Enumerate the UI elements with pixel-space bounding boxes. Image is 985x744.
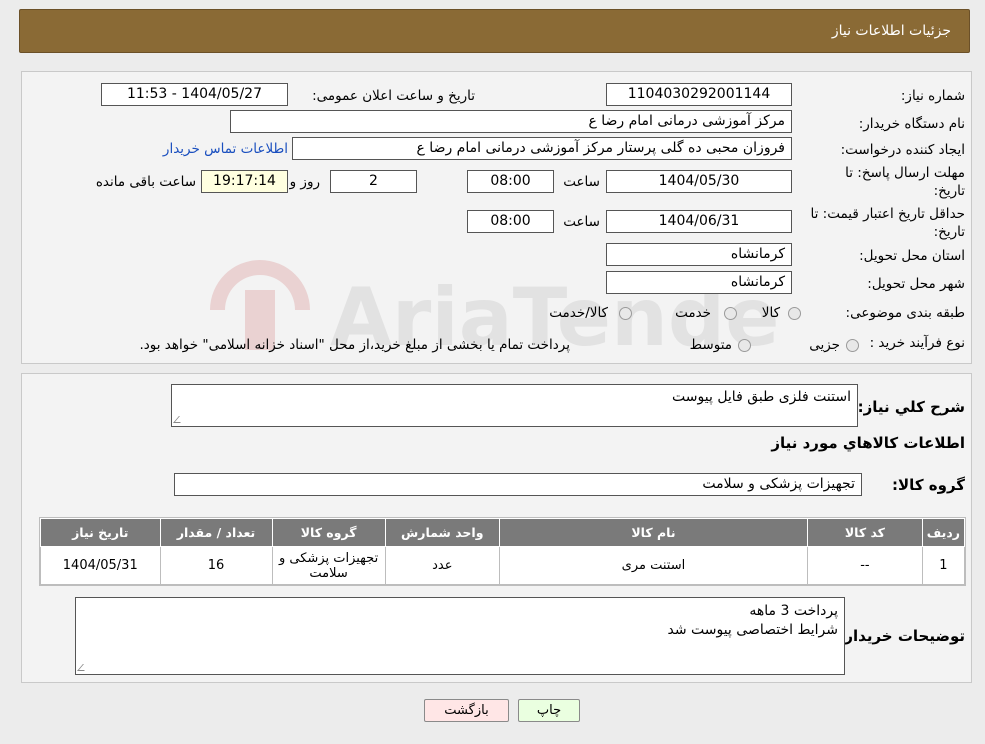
purchase-type-label: نوع فرآیند خرید : [869,335,965,351]
reply-deadline-label-2: تاریخ: [933,183,965,199]
page-title: جزئیات اطلاعات نیاز [831,23,951,39]
need-number-label: شماره نیاز: [900,88,965,104]
need-number-field: 1104030292001144 [606,83,792,106]
treasury-note: پرداخت تمام یا بخشی از مبلغ خرید،از محل … [139,337,570,353]
col-header-goods-group: گروه کالا [271,518,386,547]
cell-item-name: استنت مری [498,546,809,585]
reply-date-field: 1404/05/30 [606,170,792,193]
reply-deadline-label: مهلت ارسال پاسخ: تا [845,165,965,181]
cell-row-number: 1 [921,546,966,585]
city-label: شهر محل تحویل: [867,276,965,292]
buyer-contact-link[interactable]: اطلاعات تماس خریدار [163,141,288,157]
cell-unit: عدد [384,546,500,585]
category-option-both-label: کالا/خدمت [549,305,608,321]
buyer-notes-line-1: پرداخت 3 ماهه [749,603,838,619]
description-label: شرح کلي نياز: [857,398,965,416]
items-table-wrapper: ردیف کد کالا نام کالا واحد شمارش گروه کا… [39,517,966,586]
table-row: 1 -- استنت مری عدد تجهیزات پزشکی و سلامت… [40,546,966,585]
cell-need-date: 1404/05/31 [40,546,161,585]
city-field: کرمانشاه [606,271,792,294]
remaining-days-field: 2 [330,170,417,193]
col-header-need-date: تاریخ نیاز [40,518,161,547]
print-button[interactable]: چاپ [518,699,580,722]
col-header-unit: واحد شمارش [384,518,500,547]
purchase-option-small-radio[interactable] [846,339,859,352]
cell-quantity: 16 [159,546,273,585]
col-header-item-name: نام کالا [498,518,809,547]
category-option-service-label: خدمت [675,305,711,321]
description-text: استنت فلزی طبق فایل پیوست [672,389,851,405]
buyer-notes-field: پرداخت 3 ماهه شرایط اختصاصی پیوست شد [75,597,845,675]
page-header: جزئیات اطلاعات نیاز [19,9,970,53]
remaining-time-label: ساعت باقی مانده [95,174,196,190]
goods-group-label: گروه کالا: [892,476,965,494]
category-option-goods-label: کالا [761,305,780,321]
price-validity-label: حداقل تاریخ اعتبار قیمت: تا [810,206,965,222]
items-table: ردیف کد کالا نام کالا واحد شمارش گروه کا… [40,518,966,585]
goods-group-field: تجهیزات پزشکی و سلامت [174,473,862,496]
remaining-time-field: 19:17:14 [201,170,288,193]
col-header-quantity: تعداد / مقدار [159,518,273,547]
announce-date-label: تاریخ و ساعت اعلان عمومی: [312,88,475,104]
province-field: کرمانشاه [606,243,792,266]
requester-label: ایجاد کننده درخواست: [840,142,965,158]
buyer-notes-label: توضیحات خریدار: [838,627,965,645]
reply-time-field: 08:00 [467,170,554,193]
buyer-notes-line-2: شرایط اختصاصی پیوست شد [667,622,838,638]
buyer-org-label: نام دستگاه خریدار: [858,116,965,132]
goods-info-title: اطلاعات کالاهاي مورد نياز [771,434,965,452]
reply-time-label: ساعت [563,174,600,190]
buyer-org-field: مرکز آموزشی درمانی امام رضا ع [230,110,792,133]
cell-item-code: -- [807,546,923,585]
announce-date-field: 1404/05/27 - 11:53 [101,83,288,106]
back-button[interactable]: بازگشت [424,699,509,722]
requester-field: فروزان محبی ده گلی پرستار مرکز آموزشی در… [292,137,792,160]
price-validity-time-field: 08:00 [467,210,554,233]
category-label: طبقه بندی موضوعی: [845,305,965,321]
description-field: استنت فلزی طبق فایل پیوست [171,384,858,427]
category-option-service-radio[interactable] [724,307,737,320]
category-option-both-radio[interactable] [619,307,632,320]
purchase-option-small-label: جزیی [809,337,840,353]
price-time-label: ساعت [563,214,600,230]
col-header-row-number: ردیف [921,518,966,547]
cell-goods-group: تجهیزات پزشکی و سلامت [271,546,386,585]
category-option-goods-radio[interactable] [788,307,801,320]
price-validity-date-field: 1404/06/31 [606,210,792,233]
province-label: استان محل تحویل: [859,248,965,264]
price-validity-label-2: تاریخ: [933,224,965,240]
days-label: روز و [289,174,320,190]
col-header-item-code: کد کالا [807,518,923,547]
items-table-header-row: ردیف کد کالا نام کالا واحد شمارش گروه کا… [40,518,966,547]
purchase-option-medium-radio[interactable] [738,339,751,352]
purchase-option-medium-label: متوسط [689,337,732,353]
